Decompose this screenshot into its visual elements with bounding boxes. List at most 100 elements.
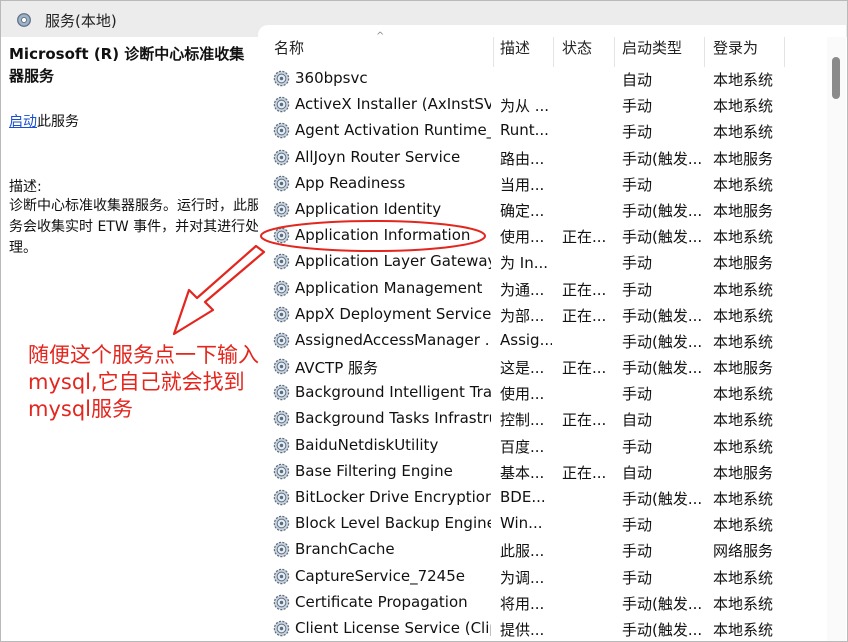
service-row[interactable]: CaptureService_7245e 为调... 手动 本地系统 — [258, 563, 818, 589]
service-description: Runt... — [500, 121, 549, 140]
service-gear-icon — [273, 70, 290, 87]
start-service-line: 启动此服务 — [9, 111, 79, 131]
service-row[interactable]: Application Information 使用... 正在... 手动(触发..… — [258, 222, 818, 248]
column-divider[interactable] — [614, 37, 615, 67]
service-description: 为调... — [500, 568, 545, 587]
service-startup-type: 手动 — [622, 175, 653, 194]
service-description: 为通... — [500, 280, 545, 299]
service-gear-icon — [273, 227, 290, 244]
service-description: 控制... — [500, 411, 545, 430]
service-gear-icon — [273, 254, 290, 270]
service-description: Assig... — [500, 330, 552, 349]
service-logon-as: 本地系统 — [713, 385, 774, 404]
service-row[interactable]: AppX Deployment Service ... 为部... 正在... 手动(… — [258, 301, 818, 327]
service-row[interactable]: Certificate Propagation 将用... 手动(触发... 本地系统 — [258, 589, 818, 615]
service-gear-icon — [273, 175, 290, 191]
service-row[interactable]: AVCTP 服务 这是... 正在... 手动(触发... 本地服务 — [258, 353, 818, 379]
service-startup-type: 手动(触发... — [622, 620, 703, 639]
column-header-status[interactable]: 状态 — [562, 25, 617, 65]
service-startup-type: 手动 — [622, 568, 653, 587]
service-logon-as: 本地服务 — [713, 254, 774, 273]
service-logon-as: 本地系统 — [713, 280, 774, 299]
service-name: BaiduNetdiskUtility — [295, 435, 439, 454]
column-header-name[interactable]: 名称 — [274, 25, 494, 65]
service-row[interactable]: BitLocker Drive Encryption ... BDE... 手动(触… — [258, 484, 818, 510]
service-name: Block Level Backup Engine ... — [295, 514, 491, 533]
service-logon-as: 本地系统 — [713, 175, 774, 194]
service-startup-type: 手动(触发... — [622, 359, 703, 378]
service-row[interactable]: Block Level Backup Engine ... Win... 手动 本地系… — [258, 510, 818, 536]
annotation-text: 随便这个服务点一下输入mysql,它自己就会找到mysql服务 — [28, 343, 259, 421]
service-row[interactable]: BaiduNetdiskUtility 百度... 手动 本地系统 — [258, 432, 818, 458]
service-row[interactable]: AllJoyn Router Service 路由... 手动(触发... 本地服务 — [258, 144, 818, 170]
service-startup-type: 手动(触发... — [622, 149, 703, 168]
vertical-scrollbar[interactable] — [827, 37, 846, 641]
service-startup-type: 手动(触发... — [622, 490, 703, 508]
service-row[interactable]: Application Identity 确定... 手动(触发... 本地服务 — [258, 196, 818, 222]
column-divider[interactable] — [784, 37, 785, 67]
service-gear-icon — [273, 280, 290, 296]
column-divider[interactable] — [704, 37, 705, 67]
service-name: Client License Service (Clip... — [295, 618, 491, 637]
service-name: Application Management — [295, 278, 483, 297]
service-startup-type: 手动(触发... — [622, 201, 703, 220]
service-description: 基本... — [500, 463, 545, 482]
service-gear-icon — [273, 306, 290, 322]
start-service-suffix: 此服务 — [37, 114, 79, 130]
service-row[interactable]: App Readiness 当用... 手动 本地系统 — [258, 170, 818, 196]
column-divider[interactable] — [493, 37, 494, 67]
service-logon-as: 本地系统 — [713, 411, 774, 430]
service-row[interactable]: Client License Service (Clip... 提供... 手动(触… — [258, 615, 818, 641]
service-row[interactable]: Application Layer Gateway ... 为 In... 手动 本地… — [258, 248, 818, 274]
service-description: 使用... — [500, 228, 545, 247]
column-header-startup-type[interactable]: 启动类型 — [622, 25, 708, 65]
service-startup-type: 手动(触发... — [622, 594, 703, 613]
service-row[interactable]: BranchCache 此服... 手动 网络服务 — [258, 536, 818, 562]
description-label: 描述: — [9, 179, 42, 195]
service-name: 360bpsvc — [295, 69, 368, 87]
service-row[interactable]: ActiveX Installer (AxInstSV) 为从 ... 手动 本地系统 — [258, 91, 818, 117]
service-startup-type: 自动 — [622, 71, 653, 89]
service-startup-type: 手动(触发... — [622, 306, 703, 325]
service-logon-as: 本地系统 — [713, 123, 774, 142]
service-description: 百度... — [500, 437, 545, 456]
service-gear-icon — [273, 149, 290, 165]
service-status: 正在... — [562, 306, 607, 325]
service-row[interactable]: Background Tasks Infrastru... 控制... 正在... 自… — [258, 405, 818, 431]
service-row[interactable]: Agent Activation Runtime_... Runt... 手动 本地系… — [258, 117, 818, 143]
window-title: 服务(本地) — [45, 12, 117, 30]
service-gear-icon — [273, 96, 290, 113]
service-description: 将用... — [500, 594, 545, 613]
service-gear-icon — [273, 201, 290, 218]
service-status: 正在... — [562, 411, 607, 430]
service-logon-as: 本地服务 — [713, 149, 774, 168]
service-detail-pane: Microsoft (R) 诊断中心标准收集器服务 启动此服务 描述: 诊断中心… — [1, 37, 261, 641]
service-gear-icon — [273, 515, 290, 532]
service-row[interactable]: Background Intelligent Tra... 使用... 手动 本地系统 — [258, 379, 818, 405]
column-divider[interactable] — [553, 37, 554, 67]
column-header-description[interactable]: 描述 — [500, 25, 555, 65]
service-name: AppX Deployment Service ... — [295, 304, 491, 323]
service-row[interactable]: Application Management 为通... 正在... 手动 本地系统 — [258, 275, 818, 301]
service-name: BitLocker Drive Encryption ... — [295, 488, 491, 506]
service-logon-as: 本地系统 — [713, 620, 774, 639]
service-name: AVCTP 服务 — [295, 359, 379, 378]
services-table: 360bpsvc 自动本地系统 ActiveX Installer (AxInstS… — [258, 65, 818, 641]
service-row[interactable]: Base Filtering Engine 基本... 正在... 自动 本地服务 — [258, 458, 818, 484]
service-name: ActiveX Installer (AxInstSV) — [295, 95, 491, 114]
column-header-logon-as[interactable]: 登录为 — [713, 25, 793, 65]
service-logon-as: 本地系统 — [713, 306, 774, 325]
scrollbar-thumb[interactable] — [832, 57, 840, 99]
service-startup-type: 手动 — [622, 97, 653, 116]
service-row[interactable]: 360bpsvc 自动 本地系统 — [258, 65, 818, 91]
service-description: 提供... — [500, 620, 545, 639]
service-row[interactable]: AssignedAccessManager ... Assig... 手动(触发..… — [258, 327, 818, 353]
service-status: 正在... — [562, 359, 607, 378]
start-service-link[interactable]: 启动 — [9, 114, 37, 130]
service-name: CaptureService_7245e — [295, 566, 465, 585]
service-name: AllJoyn Router Service — [295, 147, 461, 166]
service-description: 为 In... — [500, 254, 549, 273]
service-description: 这是... — [500, 359, 545, 378]
service-logon-as: 本地系统 — [713, 568, 774, 587]
service-name: Agent Activation Runtime_... — [295, 121, 491, 140]
